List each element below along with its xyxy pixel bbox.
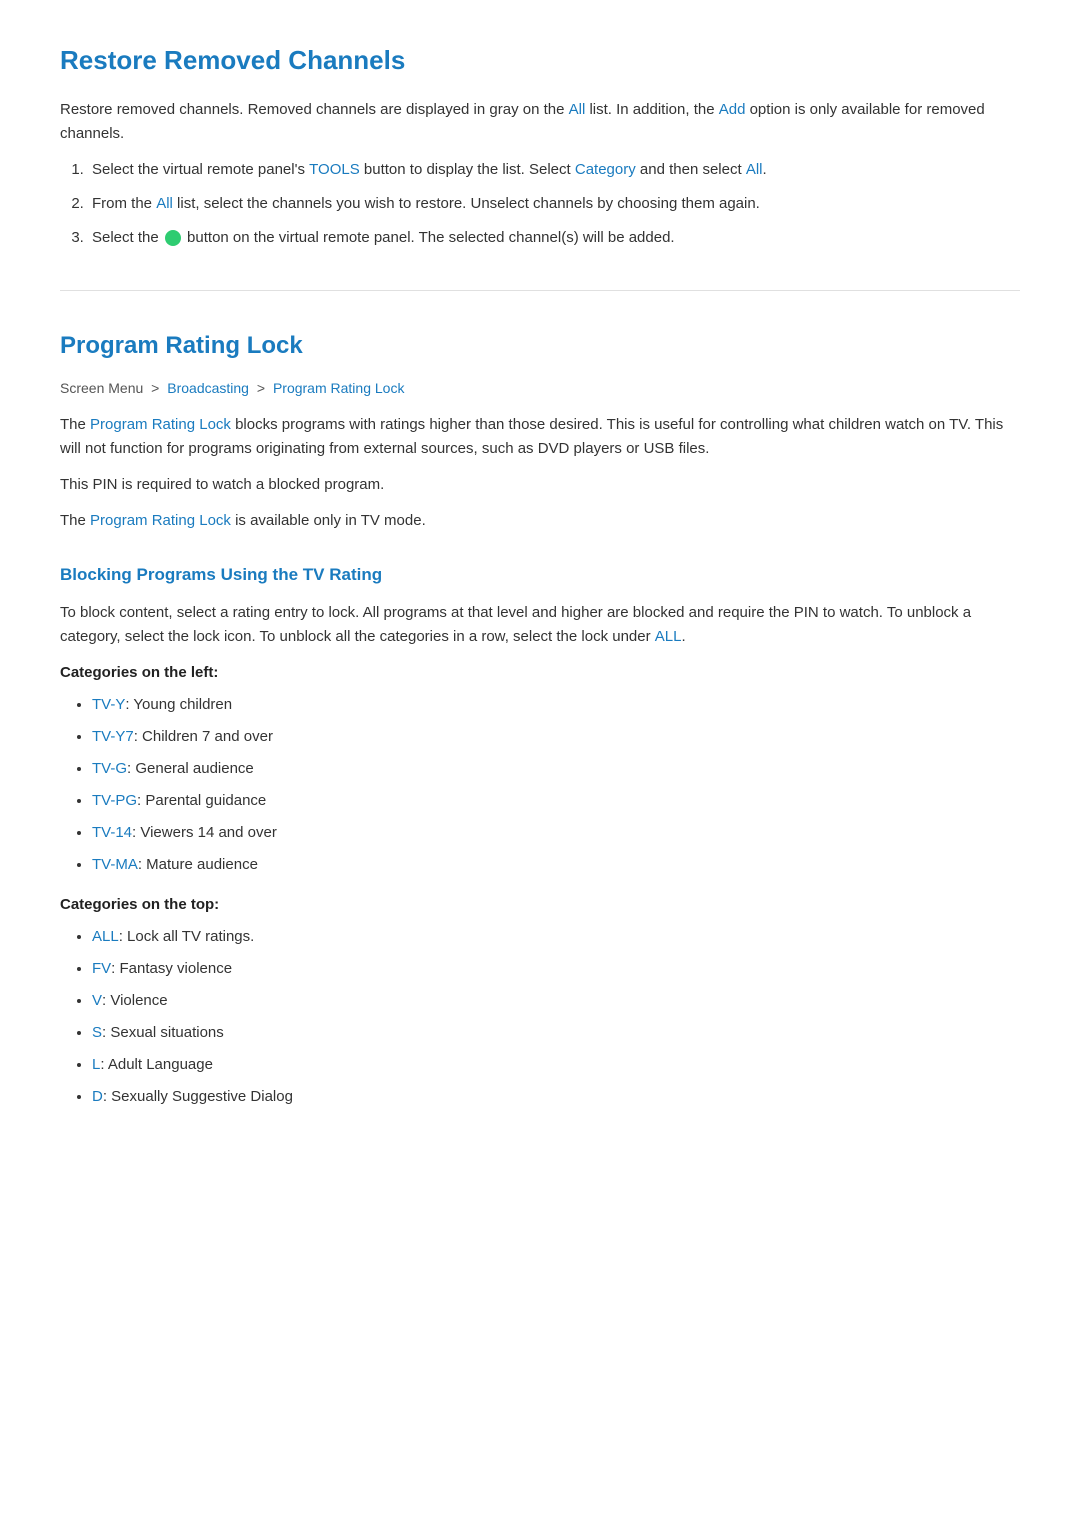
categories-left-list: TV-Y: Young children TV-Y7: Children 7 an… xyxy=(60,693,1020,877)
program-rating-lock-link-2[interactable]: Program Rating Lock xyxy=(90,512,231,529)
category-label: TV-MA xyxy=(92,856,138,873)
category-desc: : Lock all TV ratings. xyxy=(119,928,255,945)
section-divider xyxy=(60,290,1020,291)
list-item: V: Violence xyxy=(92,989,1020,1013)
category-label: FV xyxy=(92,960,111,977)
category-desc: : Viewers 14 and over xyxy=(132,824,277,841)
list-item: TV-14: Viewers 14 and over xyxy=(92,821,1020,845)
list-item: TV-MA: Mature audience xyxy=(92,853,1020,877)
category-link[interactable]: Category xyxy=(575,161,636,178)
list-item: TV-G: General audience xyxy=(92,757,1020,781)
list-item: ALL: Lock all TV ratings. xyxy=(92,925,1020,949)
broadcasting-breadcrumb-link[interactable]: Broadcasting xyxy=(167,380,249,396)
categories-left-label: Categories on the left: xyxy=(60,661,1020,685)
restore-intro-paragraph: Restore removed channels. Removed channe… xyxy=(60,98,1020,146)
category-label: TV-Y xyxy=(92,696,125,713)
categories-top-label: Categories on the top: xyxy=(60,893,1020,917)
all-link-1[interactable]: All xyxy=(569,101,586,118)
category-label: S xyxy=(92,1024,102,1041)
category-desc: : Parental guidance xyxy=(137,792,266,809)
category-desc: : Sexual situations xyxy=(102,1024,224,1041)
restore-step-1: Select the virtual remote panel's TOOLS … xyxy=(88,158,1020,182)
blocking-programs-title: Blocking Programs Using the TV Rating xyxy=(60,561,1020,588)
rating-lock-para3: The Program Rating Lock is available onl… xyxy=(60,509,1020,533)
add-link[interactable]: Add xyxy=(719,101,746,118)
category-label: TV-PG xyxy=(92,792,137,809)
list-item: TV-Y: Young children xyxy=(92,693,1020,717)
rating-lock-para1: The Program Rating Lock blocks programs … xyxy=(60,413,1020,461)
green-button-icon xyxy=(165,230,181,246)
restore-step-3: Select the button on the virtual remote … xyxy=(88,226,1020,250)
breadcrumb: Screen Menu > Broadcasting > Program Rat… xyxy=(60,377,1020,399)
program-rating-lock-link-1[interactable]: Program Rating Lock xyxy=(90,416,231,433)
category-desc: : Violence xyxy=(102,992,168,1009)
category-desc: : Sexually Suggestive Dialog xyxy=(103,1088,293,1105)
blocking-intro: To block content, select a rating entry … xyxy=(60,601,1020,649)
breadcrumb-separator-1: > xyxy=(151,380,163,396)
list-item: TV-PG: Parental guidance xyxy=(92,789,1020,813)
list-item: S: Sexual situations xyxy=(92,1021,1020,1045)
restore-removed-channels-title: Restore Removed Channels xyxy=(60,40,1020,82)
list-item: TV-Y7: Children 7 and over xyxy=(92,725,1020,749)
list-item: FV: Fantasy violence xyxy=(92,957,1020,981)
list-item: D: Sexually Suggestive Dialog xyxy=(92,1085,1020,1109)
rating-lock-para2: This PIN is required to watch a blocked … xyxy=(60,473,1020,497)
category-desc: : Adult Language xyxy=(100,1056,213,1073)
program-rating-lock-breadcrumb-link[interactable]: Program Rating Lock xyxy=(273,380,405,396)
restore-steps-list: Select the virtual remote panel's TOOLS … xyxy=(60,158,1020,250)
all-lock-link[interactable]: ALL xyxy=(655,628,682,645)
category-desc: : Young children xyxy=(125,696,232,713)
category-label: TV-Y7 xyxy=(92,728,134,745)
category-label: TV-G xyxy=(92,760,127,777)
category-desc: : General audience xyxy=(127,760,254,777)
tools-link[interactable]: TOOLS xyxy=(309,161,360,178)
category-label: V xyxy=(92,992,102,1009)
category-desc: : Children 7 and over xyxy=(134,728,273,745)
category-desc: : Fantasy violence xyxy=(111,960,232,977)
program-rating-lock-title: Program Rating Lock xyxy=(60,327,1020,365)
restore-removed-channels-section: Restore Removed Channels Restore removed… xyxy=(60,40,1020,250)
breadcrumb-prefix: Screen Menu xyxy=(60,380,143,396)
category-label: D xyxy=(92,1088,103,1105)
restore-step-2: From the All list, select the channels y… xyxy=(88,192,1020,216)
categories-top-list: ALL: Lock all TV ratings. FV: Fantasy vio… xyxy=(60,925,1020,1109)
all-link-3[interactable]: All xyxy=(156,195,173,212)
category-desc: : Mature audience xyxy=(138,856,258,873)
program-rating-lock-section: Program Rating Lock Screen Menu > Broadc… xyxy=(60,327,1020,1109)
list-item: L: Adult Language xyxy=(92,1053,1020,1077)
category-label: TV-14 xyxy=(92,824,132,841)
category-label: ALL xyxy=(92,928,119,945)
breadcrumb-separator-2: > xyxy=(257,380,269,396)
all-link-2[interactable]: All xyxy=(746,161,763,178)
blocking-programs-subsection: Blocking Programs Using the TV Rating To… xyxy=(60,561,1020,1108)
